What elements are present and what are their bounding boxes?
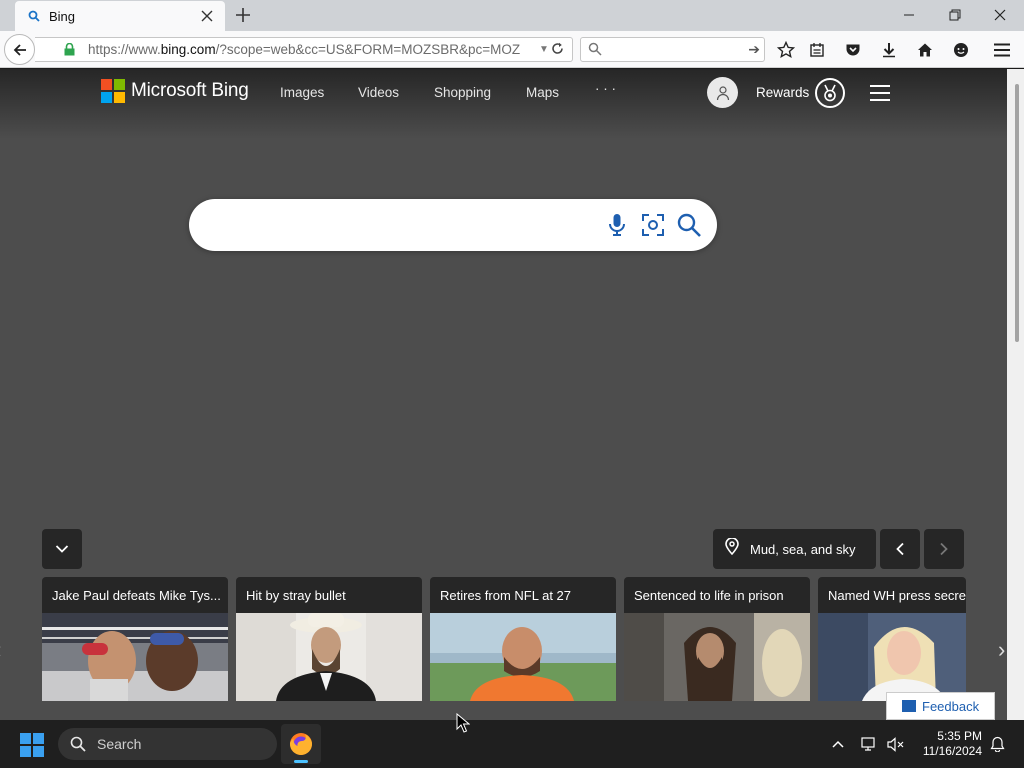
news-card-title: Hit by stray bullet [246, 588, 346, 603]
tab-strip: Bing [0, 0, 1024, 31]
news-card[interactable]: Jake Paul defeats Mike Tys... [42, 577, 228, 701]
navigation-toolbar: https://www.bing.com/?scope=web&cc=US&FO… [0, 31, 1024, 68]
go-arrow-icon[interactable]: ➔ [748, 41, 760, 58]
news-card[interactable]: Sentenced to life in prison [624, 577, 810, 701]
firefox-taskbar-button[interactable] [281, 724, 321, 764]
visual-search-icon[interactable] [640, 212, 666, 238]
chevron-right-icon [940, 542, 948, 556]
search-icon[interactable] [676, 212, 702, 238]
news-card-title: Sentenced to life in prison [634, 588, 784, 603]
feedback-smiley-icon[interactable] [950, 39, 972, 61]
feedback-button[interactable]: Feedback [886, 692, 995, 720]
clock-time: 5:35 PM [937, 729, 982, 743]
search-icon [70, 736, 86, 752]
nav-images[interactable]: Images [280, 85, 324, 100]
menu-icon[interactable] [991, 39, 1013, 61]
image-location-button[interactable]: Mud, sea, and sky [713, 529, 876, 569]
microphone-icon[interactable] [604, 212, 630, 238]
chevron-up-icon[interactable] [828, 734, 848, 754]
browser-search-field[interactable]: ➔ [580, 37, 765, 62]
windows-start-icon[interactable] [20, 733, 44, 757]
microsoft-bing-logo[interactable]: Microsoft Bing [101, 79, 249, 103]
previous-image-button[interactable] [880, 529, 920, 569]
close-tab-icon[interactable] [199, 8, 215, 24]
nav-videos[interactable]: Videos [358, 85, 399, 100]
logo-text: Microsoft Bing [131, 80, 249, 101]
clock-date: 11/16/2024 [922, 744, 982, 758]
news-card-image [818, 613, 966, 701]
news-card-image [624, 613, 810, 701]
bing-search-box [189, 199, 717, 251]
next-image-button[interactable] [924, 529, 964, 569]
reload-icon[interactable] [548, 41, 566, 59]
taskbar: Search 5:35 PM 11/16/2024 [0, 720, 1024, 768]
taskbar-clock[interactable]: 5:35 PM 11/16/2024 [914, 729, 982, 759]
user-avatar-icon[interactable] [707, 77, 738, 108]
search-icon [588, 42, 602, 61]
scroll-right-icon[interactable]: › [998, 637, 1005, 663]
restore-button[interactable] [937, 4, 973, 26]
download-icon[interactable] [878, 39, 900, 61]
rewards-medal-icon[interactable] [815, 78, 845, 108]
nav-maps[interactable]: Maps [526, 85, 559, 100]
url-text[interactable]: https://www.bing.com/?scope=web&cc=US&FO… [88, 42, 533, 57]
hamburger-menu-icon[interactable] [870, 85, 890, 101]
minimize-button[interactable] [891, 4, 927, 26]
nav-shopping[interactable]: Shopping [434, 85, 491, 100]
url-bar[interactable]: https://www.bing.com/?scope=web&cc=US&FO… [35, 37, 573, 62]
search-input[interactable] [211, 209, 601, 241]
news-card[interactable]: Named WH press secre [818, 577, 966, 701]
mouse-cursor-icon [456, 713, 470, 733]
news-card-image [42, 613, 228, 701]
network-icon[interactable] [859, 734, 879, 754]
close-window-button[interactable] [982, 4, 1018, 26]
chevron-left-icon [896, 542, 904, 556]
news-card-title: Jake Paul defeats Mike Tys... [52, 588, 221, 603]
new-tab-button[interactable] [234, 5, 252, 25]
location-pin-icon [725, 537, 739, 560]
feedback-icon [902, 700, 916, 712]
tab-bing[interactable]: Bing [15, 1, 225, 31]
chevron-down-icon [55, 545, 69, 553]
firefox-icon [290, 733, 312, 755]
reading-list-icon[interactable] [806, 39, 828, 61]
volume-muted-icon[interactable] [885, 734, 905, 754]
star-icon[interactable] [775, 39, 797, 61]
bing-page: Microsoft Bing Images Videos Shopping Ma… [0, 69, 1007, 720]
news-card-title: Named WH press secre [828, 588, 966, 603]
news-card[interactable]: Retires from NFL at 27 [430, 577, 616, 701]
microsoft-logo-icon [101, 79, 125, 103]
scroll-left-icon[interactable]: ‹ [0, 637, 1, 663]
more-nav-icon[interactable]: · · · [595, 81, 616, 96]
lock-icon [64, 42, 76, 57]
scrollbar-thumb[interactable] [1015, 84, 1019, 342]
news-card-title: Retires from NFL at 27 [440, 588, 572, 603]
back-button[interactable] [4, 34, 35, 65]
notification-bell-icon[interactable] [987, 734, 1007, 754]
taskbar-search-label: Search [97, 736, 142, 752]
feedback-label: Feedback [922, 698, 980, 714]
news-card-image [236, 613, 422, 701]
home-icon[interactable] [914, 39, 936, 61]
tab-title: Bing [49, 8, 76, 24]
search-favicon-icon [27, 9, 41, 23]
news-card[interactable]: Hit by stray bullet [236, 577, 422, 701]
image-location-label: Mud, sea, and sky [750, 541, 856, 557]
page-scrollbar[interactable] [1007, 69, 1024, 720]
pocket-icon[interactable] [842, 39, 864, 61]
collapse-feed-button[interactable] [42, 529, 82, 569]
rewards-label[interactable]: Rewards [756, 85, 809, 100]
news-card-image [430, 613, 616, 701]
taskbar-search-box[interactable]: Search [58, 728, 277, 760]
